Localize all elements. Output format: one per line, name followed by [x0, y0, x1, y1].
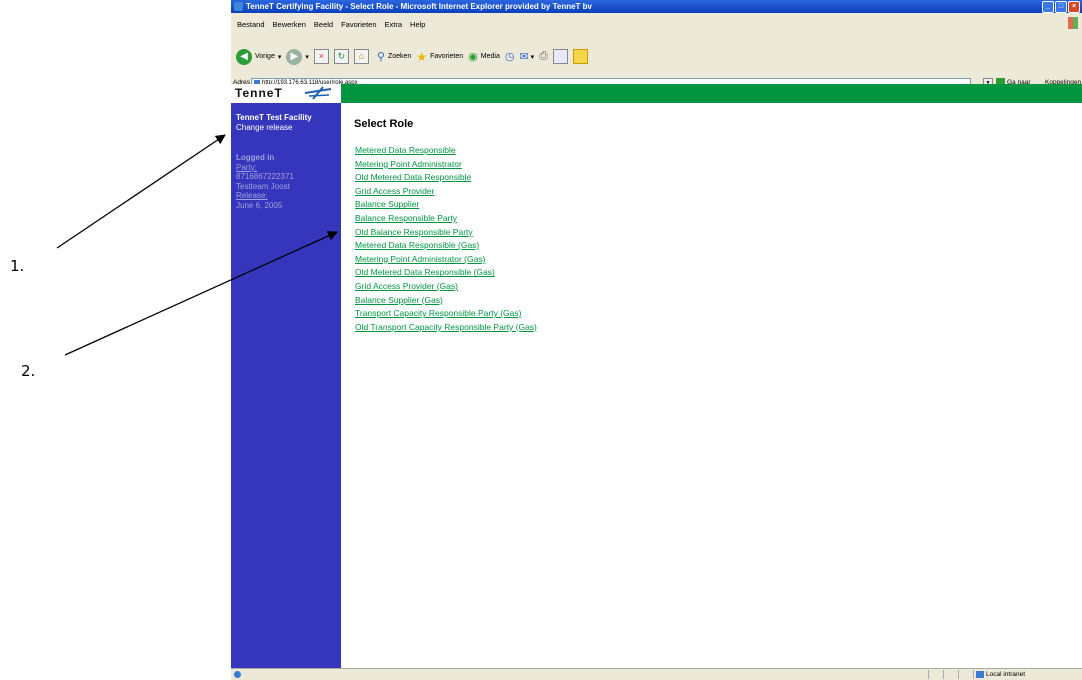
toolbar: ◀ Vorige ▾ ▶ ▾ × ↻ ⌂ ⚲ Zoeken ★ Favoriet…	[231, 35, 1082, 78]
forward-dropdown-icon[interactable]: ▾	[305, 53, 309, 61]
tennet-logo: TenneT	[231, 84, 341, 103]
ie-icon	[234, 2, 243, 11]
minimize-button[interactable]: _	[1042, 1, 1054, 13]
role-link[interactable]: Old Balance Responsible Party	[355, 226, 537, 240]
windows-logo-icon	[1068, 17, 1078, 29]
role-link[interactable]: Balance Supplier (Gas)	[355, 294, 537, 308]
refresh-icon: ↻	[333, 49, 349, 64]
messenger-button[interactable]	[573, 49, 588, 64]
close-button[interactable]: ×	[1068, 1, 1080, 13]
release-link[interactable]: Release:	[236, 191, 294, 201]
forward-button[interactable]: ▶ ▾	[286, 48, 309, 65]
maximize-button[interactable]: □	[1055, 1, 1067, 13]
back-label: Vorige	[255, 53, 275, 60]
menu-bewerken[interactable]: Bewerken	[273, 20, 306, 29]
menu-favorieten[interactable]: Favorieten	[341, 20, 376, 29]
history-icon: ◷	[504, 51, 515, 63]
title-bar: TenneT Certifying Facility - Select Role…	[231, 0, 1082, 13]
security-zone: Local intranet	[976, 670, 1025, 680]
page-title: Select Role	[354, 118, 414, 130]
history-button[interactable]: ◷	[505, 50, 515, 63]
messenger-icon	[573, 49, 588, 64]
change-release-link[interactable]: Change release	[236, 123, 312, 133]
media-button[interactable]: ◉ Media	[468, 50, 500, 63]
home-icon: ⌂	[353, 49, 369, 64]
status-pane	[958, 670, 959, 679]
print-button[interactable]: ⎙	[539, 50, 548, 63]
edit-button[interactable]	[553, 49, 568, 64]
status-bar: Local intranet	[231, 668, 1082, 680]
role-link[interactable]: Old Transport Capacity Responsible Party…	[355, 321, 537, 335]
site-header: TenneT	[231, 84, 1082, 103]
user-name: Testteam Joost	[236, 181, 290, 191]
menu-bar: Bestand Bewerken Beeld Favorieten Extra …	[231, 13, 1082, 35]
mail-icon: ✉	[519, 51, 529, 63]
search-icon: ⚲	[376, 51, 385, 63]
status-page-icon	[234, 671, 241, 678]
party-value: 8716867222371	[236, 172, 294, 181]
search-button[interactable]: ⚲ Zoeken	[377, 50, 411, 63]
favorites-label: Favorieten	[430, 53, 464, 60]
page-viewport: TenneT TenneT Test Facility Change relea…	[231, 84, 1082, 668]
media-label: Media	[480, 53, 500, 60]
annotation-arrow-1	[56, 134, 226, 249]
favorites-button[interactable]: ★ Favorieten	[416, 50, 463, 64]
zone-label: Local intranet	[986, 671, 1026, 678]
window-title: TenneT Certifying Facility - Select Role…	[246, 2, 592, 11]
status-pane	[928, 670, 929, 679]
stop-icon: ×	[313, 49, 329, 64]
role-link[interactable]: Metering Point Administrator (Gas)	[355, 253, 537, 267]
main-content: Select Role Metered Data Responsible Met…	[341, 103, 1082, 668]
role-link[interactable]: Transport Capacity Responsible Party (Ga…	[355, 307, 537, 321]
back-button[interactable]: ◀ Vorige ▾	[236, 48, 282, 65]
role-link[interactable]: Old Metered Data Responsible	[355, 171, 537, 185]
home-button[interactable]: ⌂	[353, 49, 369, 64]
logged-in-heading: Logged in	[236, 153, 275, 162]
search-label: Zoeken	[387, 53, 412, 60]
role-link[interactable]: Metering Point Administrator	[355, 158, 537, 172]
role-link[interactable]: Balance Supplier	[355, 198, 537, 212]
role-list: Metered Data Responsible Metering Point …	[355, 144, 537, 334]
release-value: June 6, 2005	[236, 200, 283, 210]
menu-extra[interactable]: Extra	[385, 20, 403, 29]
status-pane	[973, 670, 974, 679]
stop-button[interactable]: ×	[313, 49, 329, 64]
menu-bestand[interactable]: Bestand	[237, 20, 265, 29]
role-link[interactable]: Metered Data Responsible (Gas)	[355, 239, 537, 253]
print-icon: ⎙	[539, 50, 548, 62]
logo-text: TenneT	[235, 86, 283, 100]
back-dropdown-icon[interactable]: ▾	[278, 53, 282, 61]
menu-beeld[interactable]: Beeld	[314, 20, 333, 29]
refresh-button[interactable]: ↻	[333, 49, 349, 64]
role-link[interactable]: Balance Responsible Party	[355, 212, 537, 226]
role-link[interactable]: Metered Data Responsible	[355, 144, 537, 158]
favorites-star-icon: ★	[416, 49, 428, 64]
role-link[interactable]: Grid Access Provider (Gas)	[355, 280, 537, 294]
intranet-icon	[976, 670, 984, 678]
mail-dropdown-icon[interactable]: ▾	[531, 53, 535, 61]
back-arrow-icon: ◀	[236, 48, 252, 65]
annotation-label-1: 1.	[10, 257, 25, 275]
menu-help[interactable]: Help	[410, 20, 425, 29]
status-pane	[943, 670, 944, 679]
media-icon: ◉	[468, 51, 478, 63]
edit-icon	[553, 49, 568, 64]
tennet-logo-mark-icon	[304, 86, 332, 100]
role-link[interactable]: Old Metered Data Responsible (Gas)	[355, 266, 537, 280]
sidebar: TenneT Test Facility Change release Logg…	[231, 103, 341, 668]
party-link[interactable]: Party:	[236, 163, 294, 173]
annotation-label-2: 2.	[21, 362, 36, 380]
forward-arrow-icon: ▶	[286, 48, 303, 65]
browser-window: TenneT Certifying Facility - Select Role…	[231, 0, 1082, 680]
facility-title: TenneT Test Facility	[236, 113, 312, 122]
mail-button[interactable]: ✉ ▾	[519, 50, 534, 63]
role-link[interactable]: Grid Access Provider	[355, 185, 537, 199]
